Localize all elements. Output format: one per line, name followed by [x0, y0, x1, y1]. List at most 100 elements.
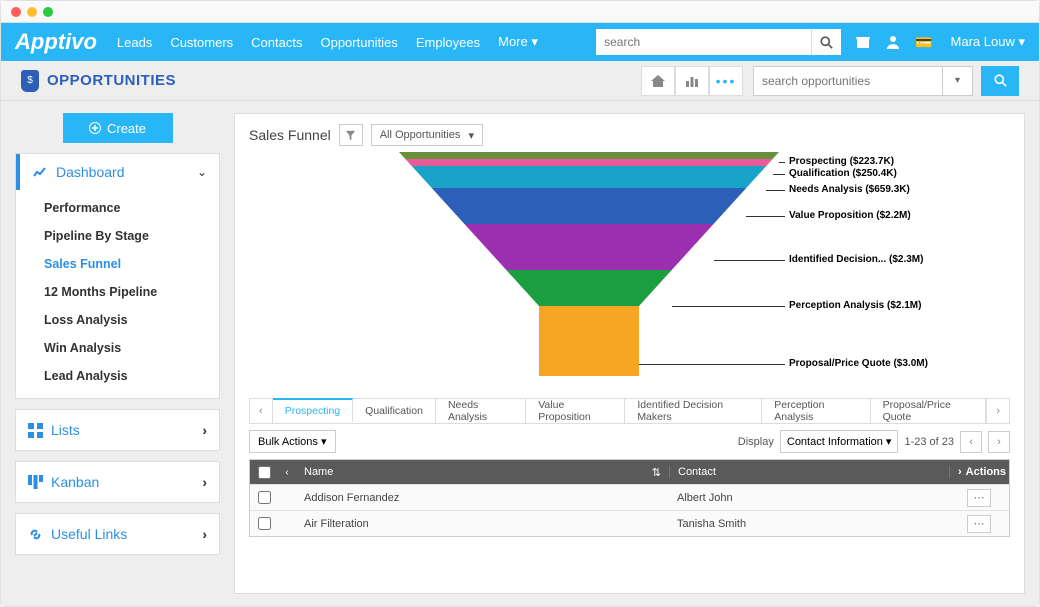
row-name: Air Filteration: [296, 518, 669, 530]
opportunity-search-dropdown[interactable]: ▾: [943, 66, 973, 96]
funnel-chart: Prospecting ($223.7K)Qualification ($250…: [249, 152, 1010, 392]
card-icon[interactable]: 💳: [915, 34, 932, 51]
sidebar-item-sales-funnel[interactable]: Sales Funnel: [16, 250, 219, 278]
nav-contacts[interactable]: Contacts: [251, 35, 302, 50]
row-actions-button[interactable]: ⋯: [967, 515, 991, 533]
stage-tabs: ‹ ProspectingQualificationNeeds Analysis…: [249, 398, 1010, 424]
maximize-window-icon[interactable]: [43, 7, 53, 17]
chevron-down-icon: ▾: [1018, 34, 1025, 49]
pager-next[interactable]: ›: [988, 431, 1010, 453]
username-dropdown[interactable]: Mara Louw ▾: [951, 34, 1025, 50]
opportunity-search-input[interactable]: [753, 66, 943, 96]
tab-identified-decision-makers[interactable]: Identified Decision Makers: [625, 399, 762, 423]
bar-chart-icon: [684, 73, 700, 89]
search-icon: [994, 74, 1007, 87]
funnel-label: Needs Analysis ($659.3K): [789, 184, 910, 195]
opportunity-search-button[interactable]: [981, 66, 1019, 96]
sidebar-collapse-handle[interactable]: ◀: [234, 404, 235, 430]
sidebar-item-12-months-pipeline[interactable]: 12 Months Pipeline: [16, 278, 219, 306]
grid-header: ‹ Name⇅ Contact › Actions: [250, 460, 1009, 484]
chart-view-button[interactable]: [675, 66, 709, 96]
link-icon: [28, 527, 43, 542]
tab-scroll-left[interactable]: ‹: [250, 399, 273, 423]
sub-header: $ OPPORTUNITIES ••• ▾: [1, 61, 1039, 101]
logo: Apptivo: [15, 29, 97, 55]
column-actions: › Actions: [949, 466, 1009, 478]
tab-needs-analysis[interactable]: Needs Analysis: [436, 399, 526, 423]
collapse-column-icon[interactable]: ‹: [278, 467, 296, 478]
sidebar-lists[interactable]: Lists›: [15, 409, 220, 451]
display-label: Display: [738, 436, 774, 448]
top-nav: Apptivo Leads Customers Contacts Opportu…: [1, 23, 1039, 61]
bulk-actions-button[interactable]: Bulk Actions ▾: [249, 430, 336, 453]
column-contact[interactable]: Contact: [669, 466, 949, 478]
more-view-button[interactable]: •••: [709, 66, 743, 96]
chevron-right-icon: ›: [202, 422, 207, 438]
row-contact: Albert John: [669, 492, 949, 504]
money-bag-icon: $: [21, 70, 39, 92]
tab-scroll-right[interactable]: ›: [986, 399, 1009, 423]
pager-prev[interactable]: ‹: [960, 431, 982, 453]
filter-dropdown[interactable]: All Opportunities▾: [371, 124, 483, 146]
sidebar-item-pipeline-by-stage[interactable]: Pipeline By Stage: [16, 222, 219, 250]
sidebar-item-loss-analysis[interactable]: Loss Analysis: [16, 306, 219, 334]
display-select[interactable]: Contact Information ▾: [780, 430, 899, 453]
sidebar-item-performance[interactable]: Performance: [16, 194, 219, 222]
filter-icon: [345, 130, 356, 141]
dots-icon: •••: [716, 73, 737, 89]
sidebar-useful-links[interactable]: Useful Links›: [15, 513, 220, 555]
opportunity-grid: ‹ Name⇅ Contact › Actions Addison Fernan…: [249, 459, 1010, 537]
tab-prospecting[interactable]: Prospecting: [273, 398, 353, 422]
chevron-down-icon: ⌄: [197, 165, 207, 179]
table-row[interactable]: Air Filteration Tanisha Smith ⋯: [250, 510, 1009, 536]
global-search-button[interactable]: [811, 29, 841, 55]
row-checkbox[interactable]: [258, 517, 271, 530]
chevron-down-icon: ▾: [955, 75, 960, 86]
chevron-down-icon: ▾: [531, 34, 538, 49]
row-contact: Tanisha Smith: [669, 518, 949, 530]
page-title: OPPORTUNITIES: [47, 72, 176, 89]
funnel-label: Prospecting ($223.7K): [789, 156, 894, 167]
funnel-label: Perception Analysis ($2.1M): [789, 300, 921, 311]
chart-line-icon: [32, 164, 48, 180]
funnel-label: Value Proposition ($2.2M): [789, 210, 911, 221]
chart-title: Sales Funnel: [249, 127, 331, 143]
close-window-icon[interactable]: [11, 7, 21, 17]
row-checkbox[interactable]: [258, 491, 271, 504]
funnel-label: Identified Decision... ($2.3M): [789, 254, 923, 265]
home-view-button[interactable]: [641, 66, 675, 96]
store-icon[interactable]: [855, 34, 871, 50]
dashboard-panel: Dashboard ⌄ PerformancePipeline By Stage…: [15, 153, 220, 399]
sidebar-kanban[interactable]: Kanban›: [15, 461, 220, 503]
sidebar-item-lead-analysis[interactable]: Lead Analysis: [16, 362, 219, 390]
create-button[interactable]: Create: [63, 113, 173, 143]
user-icon[interactable]: [885, 34, 901, 50]
table-row[interactable]: Addison Fernandez Albert John ⋯: [250, 484, 1009, 510]
pager-text: 1-23 of 23: [904, 436, 954, 448]
row-actions-button[interactable]: ⋯: [967, 489, 991, 507]
nav-leads[interactable]: Leads: [117, 35, 152, 50]
nav-more[interactable]: More ▾: [498, 34, 538, 50]
nav-opportunities[interactable]: Opportunities: [320, 35, 397, 50]
chevron-right-icon: ›: [202, 526, 207, 542]
tab-value-proposition[interactable]: Value Proposition: [526, 399, 625, 423]
tab-perception-analysis[interactable]: Perception Analysis: [762, 399, 870, 423]
chevron-right-icon: ›: [202, 474, 207, 490]
sidebar-item-win-analysis[interactable]: Win Analysis: [16, 334, 219, 362]
window-titlebar: [1, 1, 1039, 23]
sidebar-dashboard-header[interactable]: Dashboard ⌄: [16, 154, 219, 190]
minimize-window-icon[interactable]: [27, 7, 37, 17]
global-search-input[interactable]: [596, 29, 811, 55]
funnel-label: Proposal/Price Quote ($3.0M): [789, 358, 928, 369]
tab-proposal-price-quote[interactable]: Proposal/Price Quote: [871, 399, 987, 423]
select-all-checkbox[interactable]: [258, 466, 271, 479]
funnel-svg: [389, 152, 789, 392]
sidebar: Create Dashboard ⌄ PerformancePipeline B…: [15, 113, 220, 594]
nav-employees[interactable]: Employees: [416, 35, 480, 50]
nav-customers[interactable]: Customers: [170, 35, 233, 50]
tab-qualification[interactable]: Qualification: [353, 399, 436, 423]
column-name[interactable]: Name⇅: [296, 466, 669, 479]
filter-button[interactable]: [339, 124, 363, 146]
chevron-down-icon: ▾: [468, 129, 474, 142]
funnel-label: Qualification ($250.4K): [789, 168, 897, 179]
